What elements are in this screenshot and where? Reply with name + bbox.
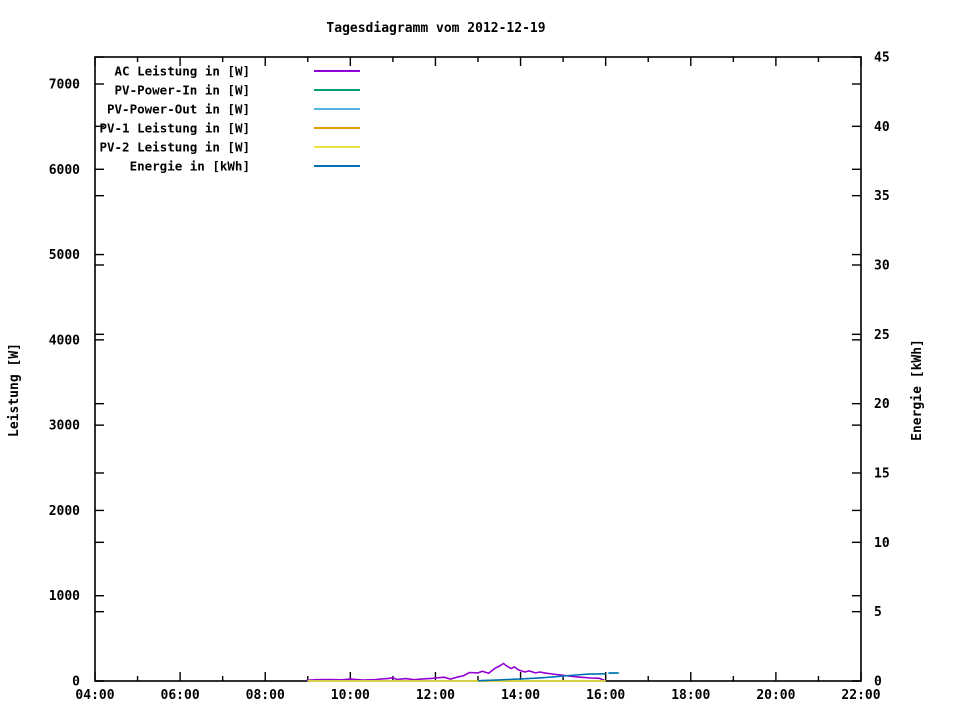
chart-title: Tagesdiagramm vom 2012-12-19 [326,21,546,36]
x-tick-label: 22:00 [841,688,880,703]
y1-tick-label: 3000 [49,419,80,434]
series-line-0 [306,662,607,682]
screenshot-root: Tagesdiagramm vom 2012-12-19 04:00 06:00 0… [0,0,960,720]
y1-tick-label: 6000 [49,163,80,178]
legend-label: Energie in [kWh] [130,159,250,174]
legend-label: PV-Power-Out in [W] [107,102,250,117]
x-tick-label: 12:00 [416,688,455,703]
y2-tick-label: 5 [874,605,882,620]
plot-svg: 04:00 06:00 08:00 10:00 12:00 14:00 16:00 18:00… [7,51,925,704]
y2-tick-label: 20 [874,397,890,412]
y2-axis-title: Energie [kWh] [910,339,925,441]
x-tick-label: 08:00 [246,688,285,703]
legend-label: PV-1 Leistung in [W] [99,121,250,136]
y2-tick-label: 10 [874,536,890,551]
legend-label: PV-2 Leistung in [W] [99,140,250,155]
y1-tick-label: 0 [72,675,80,690]
y2-tick-label: 35 [874,189,890,204]
y2-tick-label: 40 [874,120,890,135]
x-tick-label: 20:00 [756,688,795,703]
y2-tick-label: 25 [874,328,890,343]
x-tick-label: 10:00 [331,688,370,703]
x-tick-label: 14:00 [501,688,540,703]
y2-tick-label: 30 [874,259,890,274]
y1-axis-title: Leistung [W] [7,343,22,437]
x-tick-label: 16:00 [586,688,625,703]
y1-tick-label: 7000 [49,78,80,93]
y2-tick-label: 15 [874,467,890,482]
legend-label: AC Leistung in [W] [115,64,250,79]
x-tick-label: 06:00 [161,688,200,703]
legend-label: PV-Power-In in [W] [115,83,250,98]
y1-tick-label: 5000 [49,248,80,263]
y2-tick-label: 0 [874,675,882,690]
y1-tick-label: 2000 [49,504,80,519]
y2-tick-label: 45 [874,51,890,66]
x-tick-label: 18:00 [671,688,710,703]
y1-tick-label: 4000 [49,333,80,348]
y1-tick-label: 1000 [49,589,80,604]
x-tick-label: 04:00 [75,688,114,703]
